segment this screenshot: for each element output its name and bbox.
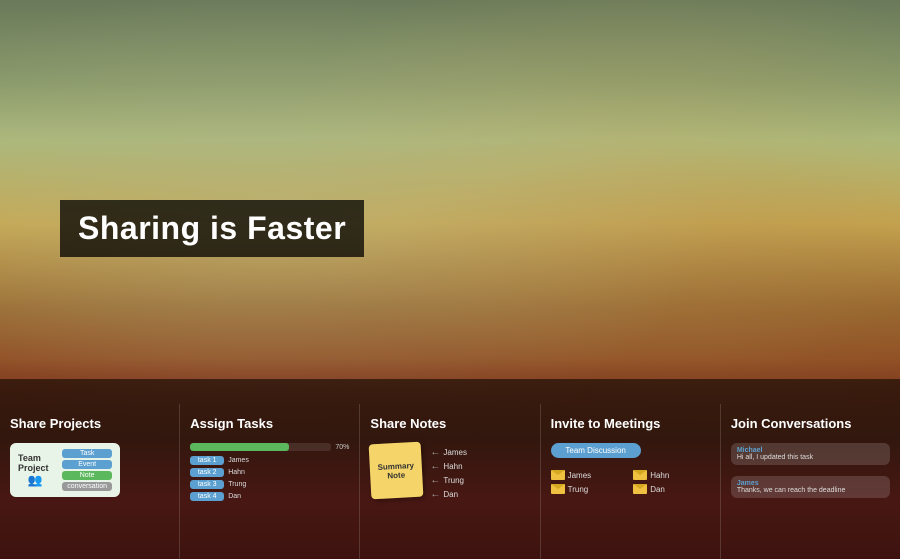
task-row-4: task 4 Dan [190, 492, 349, 501]
join-conversations-title: Join Conversations [731, 416, 890, 431]
chat-text-michael: Hi all, I updated this task [737, 454, 884, 461]
join-conversations-panel: Join Conversations Michael Hi all, I upd… [721, 404, 900, 559]
event-tag: Event [62, 460, 112, 469]
assign-tasks-title: Assign Tasks [190, 416, 349, 431]
envelope-icon-hahn [633, 470, 647, 480]
task-tag: Task [62, 449, 112, 458]
attendees-grid: James Hahn Trung Dan [551, 470, 710, 494]
note-recipient-4: ← Dan [430, 489, 467, 500]
task-row-1: task 1 James [190, 456, 349, 465]
attendee-trung: Trung [551, 484, 628, 494]
top-progress-row: 70% [190, 443, 349, 451]
task-row-3: task 3 Trung [190, 480, 349, 489]
arrow-icon-4: ← [430, 489, 440, 500]
task-label-2: task 2 [190, 468, 224, 477]
invite-meetings-title: Invite to Meetings [551, 416, 710, 431]
share-projects-panel: Share Projects Team Project 👥 Task Event… [0, 404, 180, 559]
note-panel-inner: Summary Note ← James ← Hahn ← Trung ← Da… [370, 443, 529, 500]
share-projects-title: Share Projects [10, 416, 169, 431]
task-name-4: Dan [228, 493, 241, 500]
envelope-icon-trung [551, 484, 565, 494]
share-notes-panel: Share Notes Summary Note ← James ← Hahn … [360, 404, 540, 559]
task-name-1: James [228, 457, 249, 464]
chat-sender-james: James [737, 480, 884, 487]
attendee-james: James [551, 470, 628, 480]
main-heading: Sharing is Faster [78, 210, 346, 247]
note-tag: Note [62, 471, 112, 480]
arrow-icon-3: ← [430, 475, 440, 486]
project-card[interactable]: Team Project 👥 Task Event Note conversat… [10, 443, 120, 497]
note-text: Summary Note [376, 460, 417, 480]
note-arrows: ← James ← Hahn ← Trung ← Dan [430, 443, 467, 500]
task-progress-area: 70% task 1 James task 2 Hahn task 3 Trun… [190, 443, 349, 501]
note-recipient-3: ← Trung [430, 475, 467, 486]
attendee-dan: Dan [633, 484, 710, 494]
task-label-4: task 4 [190, 492, 224, 501]
attendee-hahn: Hahn [633, 470, 710, 480]
assign-tasks-panel: Assign Tasks 70% task 1 James task 2 Hah… [180, 404, 360, 559]
team-discussion-button[interactable]: Team Discussion [551, 443, 641, 458]
task-label-1: task 1 [190, 456, 224, 465]
share-notes-title: Share Notes [370, 416, 529, 431]
tag-list: Task Event Note conversation [62, 449, 112, 491]
chat-bubble-michael: Michael Hi all, I updated this task [731, 443, 890, 465]
top-bar-inner [190, 443, 289, 451]
note-recipient-1: ← James [430, 447, 467, 458]
project-name: Team Project [18, 453, 52, 473]
task-label-3: task 3 [190, 480, 224, 489]
chat-sender-michael: Michael [737, 447, 884, 454]
invite-meetings-panel: Invite to Meetings Team Discussion James… [541, 404, 721, 559]
envelope-icon-james [551, 470, 565, 480]
task-name-2: Hahn [228, 469, 245, 476]
chat-bubble-james: James Thanks, we can reach the deadline [731, 476, 890, 498]
task-name-3: Trung [228, 481, 246, 488]
note-recipient-2: ← Hahn [430, 461, 467, 472]
team-icon: 👥 [28, 473, 43, 487]
heading-block: Sharing is Faster [60, 200, 364, 257]
top-bar-outer [190, 443, 331, 451]
bottom-panels: Share Projects Team Project 👥 Task Event… [0, 404, 900, 559]
chat-text-james: Thanks, we can reach the deadline [737, 487, 884, 494]
conversation-tag: conversation [62, 482, 112, 491]
arrow-icon-2: ← [430, 461, 440, 472]
top-percent: 70% [335, 444, 349, 451]
arrow-icon-1: ← [430, 447, 440, 458]
note-card: Summary Note [369, 442, 424, 500]
task-row-2: task 2 Hahn [190, 468, 349, 477]
envelope-icon-dan [633, 484, 647, 494]
